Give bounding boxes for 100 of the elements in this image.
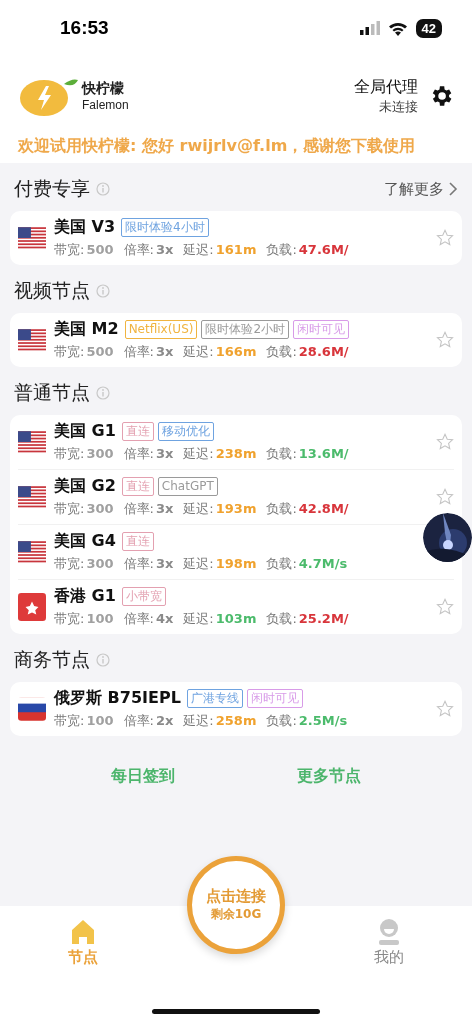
stat-label: 带宽: <box>54 501 85 516</box>
stat-value: 2.5M/s <box>298 713 348 728</box>
node-tag: 限时体验2小时 <box>201 320 290 339</box>
star-icon[interactable] <box>436 229 454 247</box>
stat-value: 500 <box>86 242 114 257</box>
stat-label: 带宽: <box>54 713 85 728</box>
stat-value: 238m <box>215 446 257 461</box>
stat-value: 103m <box>215 611 257 626</box>
signal-icon <box>359 21 380 35</box>
stat-value: 28.6M/ <box>298 344 349 359</box>
stat-label: 负载: <box>266 344 297 359</box>
node-tag: 直连 <box>121 422 154 441</box>
stat-label: 负载: <box>266 556 297 571</box>
node-tag: 限时体验4小时 <box>121 218 209 237</box>
node-name[interactable]: 香港 G1 <box>54 586 116 607</box>
stat-label: 延迟: <box>183 556 214 571</box>
node-tag: 闲时可见 <box>246 689 303 708</box>
stat-value: 4x <box>155 611 174 626</box>
node-tag: 移动优化 <box>157 422 214 441</box>
node-tag: 直连 <box>121 477 154 496</box>
stat-label: 倍率: <box>123 446 154 461</box>
node-tag: 直连 <box>121 532 154 551</box>
stat-label: 负载: <box>266 713 297 728</box>
proxy-mode[interactable]: 全局代理 <box>354 76 418 98</box>
stat-value: 166m <box>215 344 257 359</box>
learn-more-link[interactable]: 了解更多 <box>384 179 444 199</box>
section-title: 付费专享 <box>14 176 90 201</box>
node-name[interactable]: 美国 M2 <box>54 319 119 340</box>
stat-label: 倍率: <box>123 611 154 626</box>
stat-value: 42.8M/ <box>298 501 349 516</box>
node-name[interactable]: 美国 G1 <box>54 421 116 442</box>
stat-label: 倍率: <box>123 344 154 359</box>
stat-value: 4.7M/s <box>298 556 348 571</box>
stat-label: 倍率: <box>123 242 154 257</box>
stat-value: 3x <box>155 556 174 571</box>
star-icon[interactable] <box>436 700 454 718</box>
stat-label: 带宽: <box>54 611 85 626</box>
section-title: 商务节点 <box>14 647 90 672</box>
stat-label: 负载: <box>266 242 297 257</box>
stat-value: 3x <box>155 344 174 359</box>
node-tag: 广港专线 <box>186 689 243 708</box>
stat-value: 198m <box>215 556 257 571</box>
star-icon[interactable] <box>436 598 454 616</box>
stat-value: 300 <box>86 446 114 461</box>
stat-label: 延迟: <box>183 501 214 516</box>
info-icon[interactable] <box>96 284 110 298</box>
stat-value: 13.6M/ <box>298 446 349 461</box>
node-name[interactable]: 美国 V3 <box>54 217 116 238</box>
stat-value: 25.2M/ <box>298 611 349 626</box>
chevron-right-icon <box>448 182 458 196</box>
node-tag: ChatGPT <box>157 477 218 496</box>
stat-label: 倍率: <box>123 713 154 728</box>
stat-label: 延迟: <box>183 611 214 626</box>
connection-status: 未连接 <box>379 97 418 116</box>
stat-value: 300 <box>86 501 114 516</box>
stat-value: 100 <box>86 611 114 626</box>
hk-flag-icon <box>18 593 46 621</box>
stat-label: 带宽: <box>54 556 85 571</box>
info-icon[interactable] <box>96 386 110 400</box>
stat-label: 延迟: <box>183 713 214 728</box>
info-icon[interactable] <box>96 653 110 667</box>
stat-label: 带宽: <box>54 242 85 257</box>
star-icon[interactable] <box>436 433 454 451</box>
stat-value: 161m <box>215 242 257 257</box>
stat-value: 500 <box>86 344 114 359</box>
node-name[interactable]: 美国 G2 <box>54 476 116 497</box>
star-icon[interactable] <box>436 331 454 349</box>
ru-flag-icon <box>18 695 46 723</box>
stat-label: 负载: <box>266 611 297 626</box>
node-name[interactable]: 美国 G4 <box>54 531 116 552</box>
stat-value: 3x <box>155 446 174 461</box>
stat-value: 193m <box>215 501 257 516</box>
stat-value: 2x <box>155 713 174 728</box>
stat-label: 延迟: <box>183 242 214 257</box>
node-tag: Netflix(US) <box>124 320 198 339</box>
stat-label: 负载: <box>266 446 297 461</box>
stat-value: 258m <box>215 713 257 728</box>
star-icon[interactable] <box>436 488 454 506</box>
section-title: 视频节点 <box>14 278 90 303</box>
clock-time: 16:53 <box>60 17 109 39</box>
stat-label: 倍率: <box>123 556 154 571</box>
info-icon[interactable] <box>96 182 110 196</box>
node-tag: 闲时可见 <box>293 320 350 339</box>
home-icon <box>69 918 97 946</box>
section-title: 普通节点 <box>14 380 90 405</box>
welcome-marquee: 欢迎试用快柠檬: 您好 rwijrlv@f.lm，感谢您下载使用 <box>18 136 416 155</box>
stat-label: 延迟: <box>183 344 214 359</box>
brand-name-latin: Falemon <box>82 98 129 112</box>
node-name[interactable]: 俄罗斯 B75IEPL <box>54 688 181 709</box>
stat-label: 延迟: <box>183 446 214 461</box>
stat-value: 47.6M/ <box>298 242 349 257</box>
stat-value: 3x <box>155 501 174 516</box>
stat-value: 3x <box>155 242 174 257</box>
stat-value: 100 <box>86 713 114 728</box>
stat-label: 负载: <box>266 501 297 516</box>
nav-tab[interactable]: 我的 <box>366 918 412 978</box>
node-tag: 小带宽 <box>121 587 166 606</box>
stat-value: 300 <box>86 556 114 571</box>
stat-label: 倍率: <box>123 501 154 516</box>
wifi-icon <box>387 20 408 36</box>
